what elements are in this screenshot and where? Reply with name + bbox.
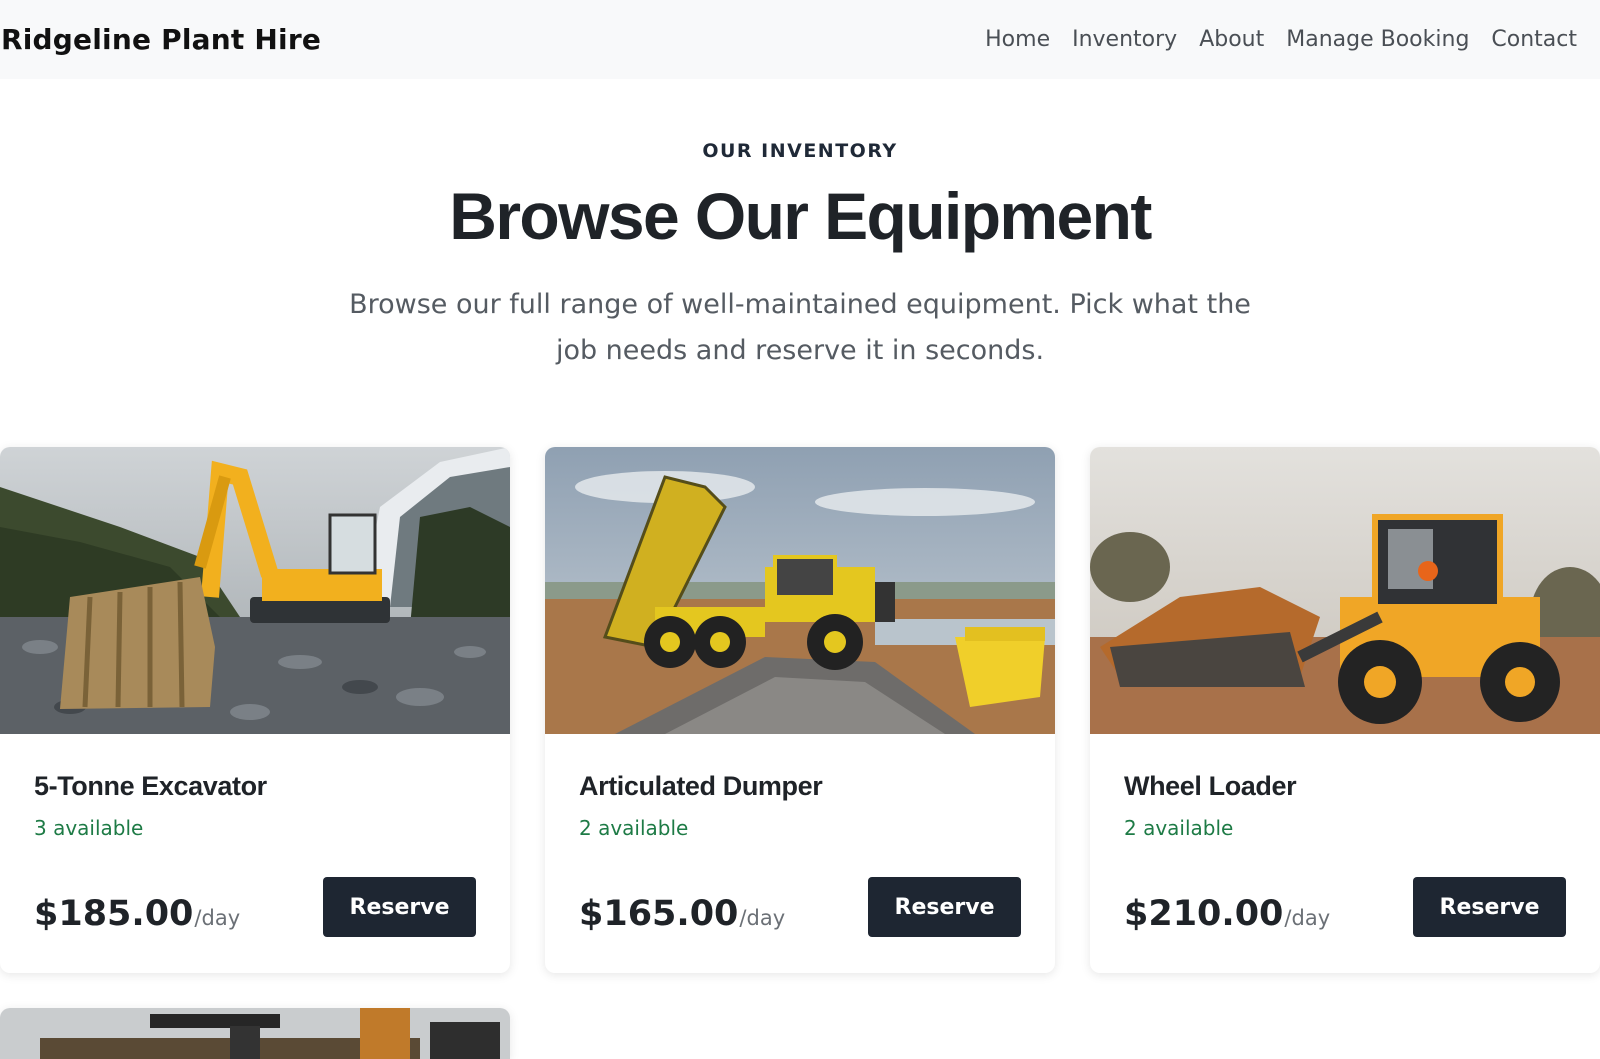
top-navbar: Ridgeline Plant Hire Home Inventory Abou… bbox=[0, 0, 1600, 79]
price-unit: /day bbox=[194, 906, 241, 930]
price: $185.00 /day bbox=[34, 894, 240, 934]
page-title: Browse Our Equipment bbox=[449, 179, 1152, 253]
nav-link-home[interactable]: Home bbox=[974, 27, 1061, 52]
reserve-button[interactable]: Reserve bbox=[1413, 877, 1566, 937]
page-subtitle: Browse our full range of well-maintained… bbox=[349, 289, 1251, 366]
reserve-button[interactable]: Reserve bbox=[868, 877, 1021, 937]
card-body: Articulated Dumper 2 available $165.00 /… bbox=[545, 734, 1055, 973]
hero-section: OUR INVENTORY Browse Our Equipment Brows… bbox=[0, 140, 1600, 374]
reserve-button[interactable]: Reserve bbox=[323, 877, 476, 937]
nav-link-about[interactable]: About bbox=[1188, 27, 1275, 52]
product-card-dumper: Articulated Dumper 2 available $165.00 /… bbox=[545, 447, 1055, 973]
availability-label: 2 available bbox=[1124, 816, 1234, 840]
nav-link-inventory[interactable]: Inventory bbox=[1061, 27, 1188, 52]
card-body: Wheel Loader 2 available $210.00 /day Re… bbox=[1090, 734, 1600, 973]
price-amount: $185.00 bbox=[34, 894, 194, 934]
dumper-photo bbox=[545, 447, 1055, 734]
price-amount: $210.00 bbox=[1124, 894, 1284, 934]
nav-link-contact[interactable]: Contact bbox=[1480, 27, 1588, 52]
availability-label: 2 available bbox=[579, 816, 689, 840]
price: $165.00 /day bbox=[579, 894, 785, 934]
brand-logo[interactable]: Ridgeline Plant Hire bbox=[1, 23, 321, 56]
wheel-loader-photo bbox=[1090, 447, 1600, 734]
product-name: Wheel Loader bbox=[1124, 771, 1297, 801]
nav-links: Home Inventory About Manage Booking Cont… bbox=[974, 27, 1588, 52]
card-body: 5-Tonne Excavator 3 available $185.00 /d… bbox=[0, 734, 510, 973]
availability-label: 3 available bbox=[34, 816, 144, 840]
price-unit: /day bbox=[739, 906, 786, 930]
product-name: Articulated Dumper bbox=[579, 771, 823, 801]
price-unit: /day bbox=[1284, 906, 1331, 930]
nav-link-manage-booking[interactable]: Manage Booking bbox=[1275, 27, 1480, 52]
product-card-excavator: 5-Tonne Excavator 3 available $185.00 /d… bbox=[0, 447, 510, 973]
excavator-photo bbox=[0, 447, 510, 734]
product-card-partial bbox=[0, 1008, 510, 1059]
machinery-photo-partial bbox=[0, 1008, 510, 1059]
product-name: 5-Tonne Excavator bbox=[34, 771, 267, 801]
price: $210.00 /day bbox=[1124, 894, 1330, 934]
section-eyebrow: OUR INVENTORY bbox=[702, 140, 898, 162]
product-card-wheel-loader: Wheel Loader 2 available $210.00 /day Re… bbox=[1090, 447, 1600, 973]
price-amount: $165.00 bbox=[579, 894, 739, 934]
